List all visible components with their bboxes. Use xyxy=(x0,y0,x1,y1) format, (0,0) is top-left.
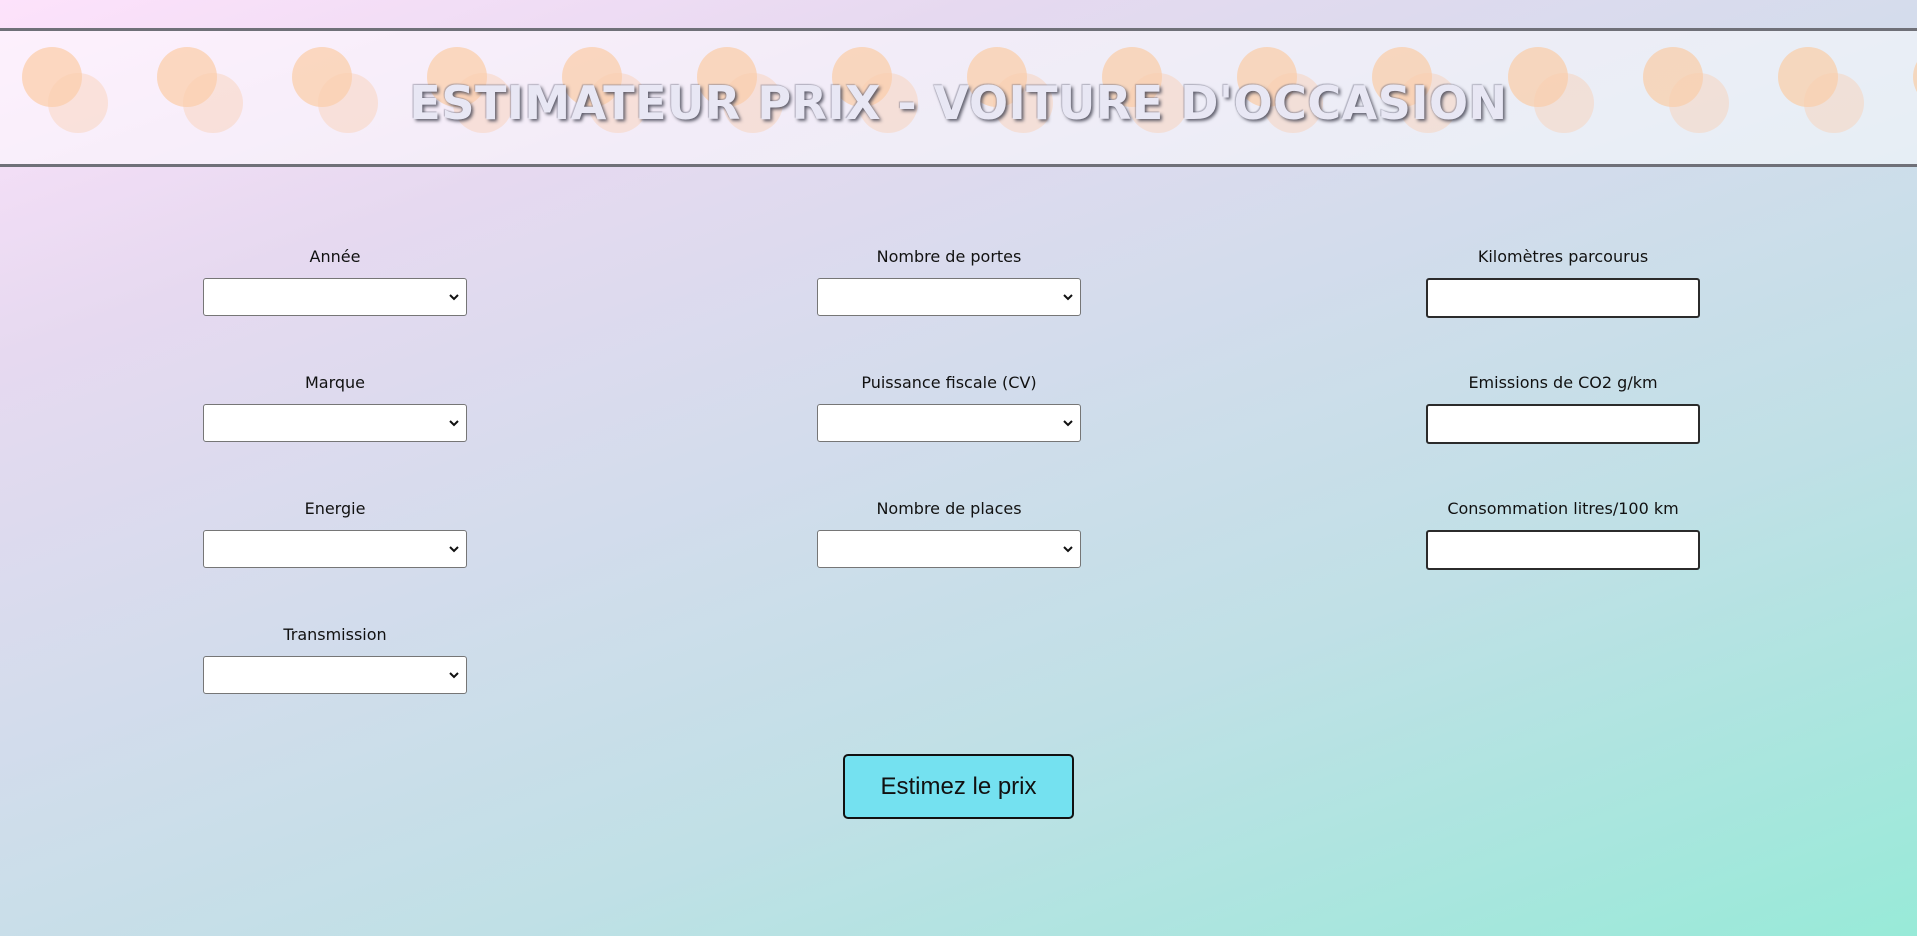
marque-select[interactable] xyxy=(203,404,467,442)
field-places: Nombre de places xyxy=(817,499,1081,568)
marque-label: Marque xyxy=(304,373,366,392)
emissions-input[interactable] xyxy=(1426,404,1700,444)
field-marque: Marque xyxy=(203,373,467,442)
emissions-label: Emissions de CO2 g/km xyxy=(1468,373,1658,392)
field-consommation: Consommation litres/100 km xyxy=(1426,499,1700,570)
chevron-down-icon xyxy=(1063,420,1073,427)
puissance-label: Puissance fiscale (CV) xyxy=(861,373,1037,392)
chevron-down-icon xyxy=(449,672,459,679)
transmission-select[interactable] xyxy=(203,656,467,694)
places-label: Nombre de places xyxy=(876,499,1022,518)
portes-select[interactable] xyxy=(817,278,1081,316)
page-title: ESTIMATEUR PRIX - VOITURE D'OCCASION xyxy=(409,76,1508,130)
field-annee: Année xyxy=(203,247,467,316)
puissance-select[interactable] xyxy=(817,404,1081,442)
field-emissions: Emissions de CO2 g/km xyxy=(1426,373,1700,444)
transmission-label: Transmission xyxy=(283,625,387,644)
field-energie: Energie xyxy=(203,499,467,568)
places-select[interactable] xyxy=(817,530,1081,568)
energie-select[interactable] xyxy=(203,530,467,568)
field-transmission: Transmission xyxy=(203,625,467,694)
kilometres-input[interactable] xyxy=(1426,278,1700,318)
annee-select[interactable] xyxy=(203,278,467,316)
portes-label: Nombre de portes xyxy=(876,247,1022,266)
field-puissance: Puissance fiscale (CV) xyxy=(817,373,1081,442)
consommation-label: Consommation litres/100 km xyxy=(1447,499,1679,518)
chevron-down-icon xyxy=(449,546,459,553)
field-kilometres: Kilomètres parcourus xyxy=(1426,247,1700,318)
annee-label: Année xyxy=(309,247,361,266)
chevron-down-icon xyxy=(449,294,459,301)
header-banner: ESTIMATEUR PRIX - VOITURE D'OCCASION xyxy=(0,28,1917,167)
consommation-input[interactable] xyxy=(1426,530,1700,570)
chevron-down-icon xyxy=(449,420,459,427)
chevron-down-icon xyxy=(1063,294,1073,301)
kilometres-label: Kilomètres parcourus xyxy=(1477,247,1649,266)
field-portes: Nombre de portes xyxy=(817,247,1081,316)
energie-label: Energie xyxy=(304,499,366,518)
chevron-down-icon xyxy=(1063,546,1073,553)
estimate-price-button[interactable]: Estimez le prix xyxy=(843,754,1074,819)
